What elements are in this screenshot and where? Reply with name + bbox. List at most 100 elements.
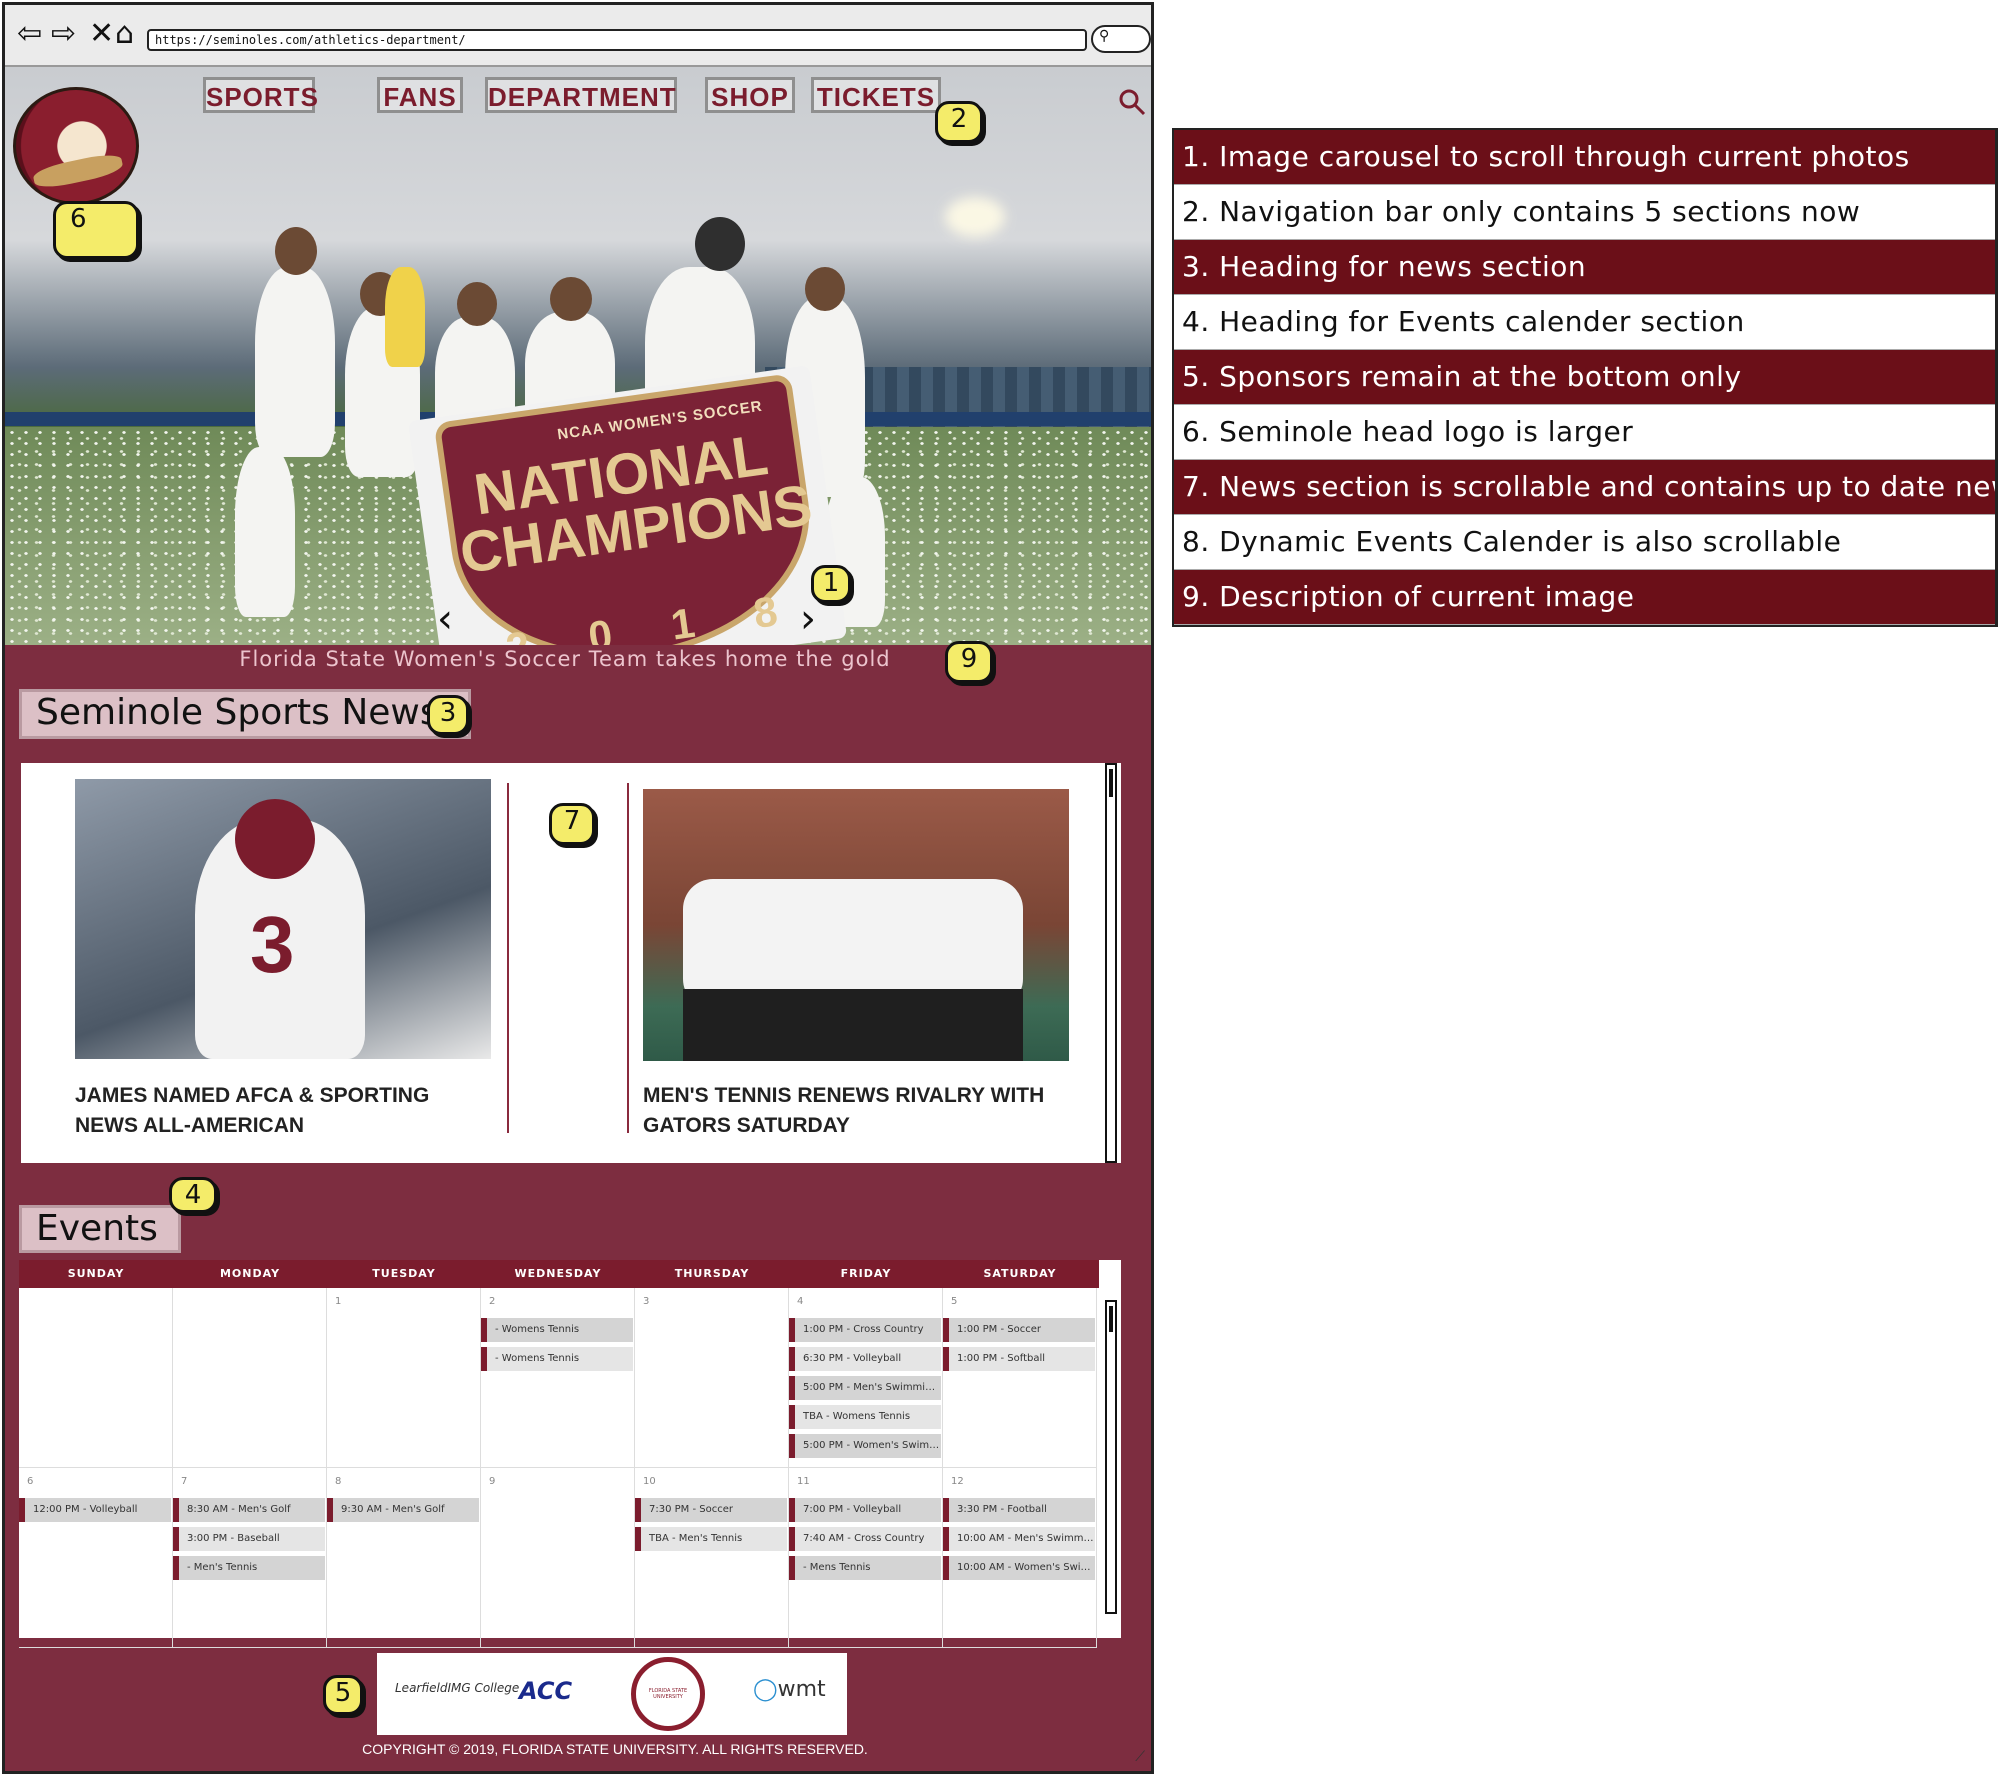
- calendar-day-cell[interactable]: 9: [481, 1468, 635, 1648]
- stadium-light: [945, 197, 1005, 237]
- day-number: 1: [335, 1296, 342, 1307]
- sponsor-wmt-label: wmt: [777, 1677, 826, 1702]
- calendar-event[interactable]: - Men's Tennis: [173, 1556, 325, 1580]
- calendar-event[interactable]: 9:30 AM - Men's Golf: [327, 1498, 479, 1522]
- calendar-event[interactable]: - Mens Tennis: [789, 1556, 941, 1580]
- legend-item-4: 4. Heading for Events calender section: [1174, 295, 1995, 350]
- calendar-day-cell[interactable]: 6 12:00 PM - Volleyball: [19, 1468, 173, 1648]
- annotation-marker-1: 1: [811, 565, 851, 603]
- calendar-day-cell[interactable]: [19, 1288, 173, 1468]
- calendar-day-cell[interactable]: 8 9:30 AM - Men's Golf: [327, 1468, 481, 1648]
- player-figure: [255, 267, 335, 457]
- hero-carousel[interactable]: NCAA WOMEN'S SOCCER NATIONAL CHAMPIONS 2…: [5, 67, 1151, 645]
- day-label-wednesday: WEDNESDAY: [514, 1267, 602, 1280]
- calendar-day-cell[interactable]: [173, 1288, 327, 1468]
- calendar-event[interactable]: 5:00 PM - Women's Swimm...: [789, 1434, 941, 1458]
- calendar-event[interactable]: TBA - Womens Tennis: [789, 1405, 941, 1429]
- calendar-event[interactable]: 10:00 AM - Men's Swimmin...: [943, 1527, 1095, 1551]
- annotation-marker-9: 9: [945, 641, 993, 683]
- annotation-marker-5: 5: [323, 1675, 363, 1715]
- forward-arrow-icon[interactable]: ⇨: [51, 19, 76, 49]
- calendar-day-cell[interactable]: 1: [327, 1288, 481, 1468]
- calendar-event[interactable]: 3:00 PM - Baseball: [173, 1527, 325, 1551]
- day-number: 2: [489, 1296, 496, 1307]
- day-number: 11: [797, 1476, 810, 1487]
- day-number: 12: [951, 1476, 964, 1487]
- sponsor-learfield[interactable]: LearfieldIMG College: [395, 1681, 519, 1695]
- flag: [385, 267, 425, 367]
- browser-search-field[interactable]: ⚲: [1091, 25, 1151, 53]
- calendar-day-cell[interactable]: 5 1:00 PM - Soccer 1:00 PM - Softball: [943, 1288, 1097, 1468]
- fsu-seal-logo[interactable]: FLORIDA STATE UNIVERSITY: [631, 1657, 705, 1731]
- news-scroll-thumb[interactable]: [1109, 769, 1113, 797]
- player-head: [457, 282, 497, 326]
- seminole-head-logo[interactable]: [13, 87, 139, 205]
- calendar-event[interactable]: 1:00 PM - Cross Country: [789, 1318, 941, 1342]
- calendar-day-cell[interactable]: 3: [635, 1288, 789, 1468]
- day-label-thursday: THURSDAY: [674, 1267, 750, 1280]
- day-label-monday: MONDAY: [219, 1267, 281, 1280]
- player-figure: [235, 447, 295, 617]
- day-number: 3: [643, 1296, 650, 1307]
- calendar-event[interactable]: 7:40 AM - Cross Country: [789, 1527, 941, 1551]
- calendar-scroll-thumb[interactable]: [1109, 1306, 1113, 1332]
- calendar-event[interactable]: 7:00 PM - Volleyball: [789, 1498, 941, 1522]
- sponsor-acc[interactable]: ACC: [519, 1677, 572, 1705]
- resize-grip-icon[interactable]: ⟋: [1135, 1749, 1145, 1765]
- calendar-event[interactable]: 1:00 PM - Softball: [943, 1347, 1095, 1371]
- calendar-day-cell[interactable]: 12 3:30 PM - Football 10:00 AM - Men's Swi…: [943, 1468, 1097, 1648]
- calendar-event[interactable]: 10:00 AM - Women's Swim...: [943, 1556, 1095, 1580]
- carousel-prev-arrow[interactable]: ‹: [437, 599, 453, 639]
- copyright-text: COPYRIGHT © 2019, FLORIDA STATE UNIVERSI…: [362, 1741, 868, 1757]
- nav-department[interactable]: DEPARTMENT: [485, 77, 677, 113]
- annotation-marker-3: 3: [427, 695, 469, 735]
- calendar-event[interactable]: 6:30 PM - Volleyball: [789, 1347, 941, 1371]
- news-photo-football[interactable]: 3: [75, 779, 491, 1059]
- football-helmet: [235, 799, 315, 879]
- nav-shop[interactable]: SHOP: [705, 77, 795, 113]
- legend-item-7: 7. News section is scrollable and contai…: [1174, 460, 1995, 515]
- calendar-event[interactable]: 5:00 PM - Men's Swimming...: [789, 1376, 941, 1400]
- calendar-day-cell[interactable]: 10 7:30 PM - Soccer TBA - Men's Tennis: [635, 1468, 789, 1648]
- calendar-event[interactable]: TBA - Men's Tennis: [635, 1527, 787, 1551]
- annotation-marker-6: 6: [53, 201, 139, 259]
- calendar-day-cell[interactable]: 11 7:00 PM - Volleyball 7:40 AM - Cross Co…: [789, 1468, 943, 1648]
- day-number: 5: [951, 1296, 958, 1307]
- home-icon[interactable]: ⌂: [115, 19, 134, 49]
- news-photo-tennis[interactable]: [643, 789, 1069, 1061]
- news-title[interactable]: MEN'S TENNIS RENEWS RIVALRY WITH GATORS …: [643, 1081, 1073, 1141]
- nav-sports[interactable]: SPORTS: [203, 77, 318, 113]
- events-calendar[interactable]: SUNDAY MONDAY TUESDAY WEDNESDAY THURSDAY FRID…: [19, 1260, 1121, 1648]
- day-number: 9: [489, 1476, 496, 1487]
- calendar-event[interactable]: 3:30 PM - Football: [943, 1498, 1095, 1522]
- close-icon[interactable]: ✕: [89, 19, 114, 49]
- calendar-event[interactable]: 12:00 PM - Volleyball: [19, 1498, 171, 1522]
- back-arrow-icon[interactable]: ⇦: [17, 19, 42, 49]
- carousel-next-arrow[interactable]: ›: [800, 599, 816, 639]
- search-icon[interactable]: [1117, 87, 1147, 117]
- player-head: [550, 277, 592, 321]
- news-title[interactable]: JAMES NAMED AFCA & SPORTING NEWS ALL-AME…: [75, 1081, 495, 1141]
- annotation-legend: 1. Image carousel to scroll through curr…: [1172, 128, 1998, 627]
- calendar-event[interactable]: 1:00 PM - Soccer: [943, 1318, 1095, 1342]
- legend-item-2: 2. Navigation bar only contains 5 sectio…: [1174, 185, 1995, 240]
- calendar-event[interactable]: - Womens Tennis: [481, 1347, 633, 1371]
- sponsor-wmt[interactable]: ◯wmt: [753, 1677, 826, 1702]
- calendar-day-cell[interactable]: 2 - Womens Tennis - Womens Tennis: [481, 1288, 635, 1468]
- day-label-sunday: SUNDAY: [67, 1267, 125, 1280]
- calendar-day-cell[interactable]: 4 1:00 PM - Cross Country 6:30 PM - Volley…: [789, 1288, 943, 1468]
- url-bar[interactable]: https://seminoles.com/athletics-departme…: [147, 29, 1087, 51]
- calendar-header: SUNDAY MONDAY TUESDAY WEDNESDAY THURSDAY FRID…: [19, 1260, 1099, 1288]
- browser-window: ⇦ ⇨ ✕ ⌂ https://seminoles.com/athletics-…: [2, 2, 1154, 1774]
- nav-fans[interactable]: FANS: [377, 77, 463, 113]
- annotation-marker-7: 7: [549, 803, 595, 845]
- news-scrollbar[interactable]: [1105, 763, 1117, 1163]
- calendar-event[interactable]: - Womens Tennis: [481, 1318, 633, 1342]
- calendar-event[interactable]: 7:30 PM - Soccer: [635, 1498, 787, 1522]
- nav-tickets[interactable]: TICKETS: [811, 77, 941, 113]
- day-number: 4: [797, 1296, 804, 1307]
- day-label-friday: FRIDAY: [840, 1267, 892, 1280]
- calendar-event[interactable]: 8:30 AM - Men's Golf: [173, 1498, 325, 1522]
- calendar-scrollbar[interactable]: [1105, 1300, 1117, 1614]
- calendar-day-cell[interactable]: 7 8:30 AM - Men's Golf 3:00 PM - Baseball -…: [173, 1468, 327, 1648]
